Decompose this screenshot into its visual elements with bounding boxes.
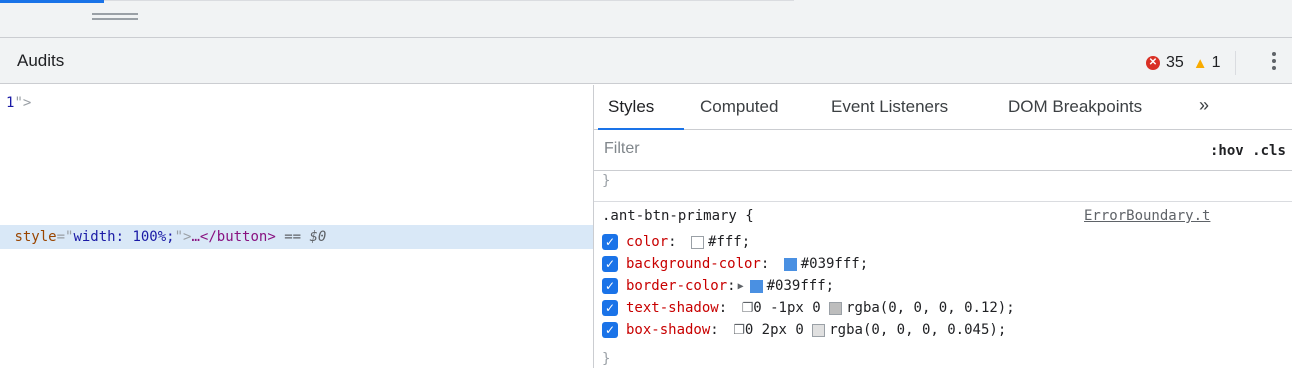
top-strip — [0, 0, 1292, 38]
property-name[interactable]: text-shadow — [626, 300, 719, 316]
color-swatch[interactable] — [749, 279, 763, 293]
checkbox-icon[interactable]: ✓ — [602, 234, 618, 250]
rule-separator — [594, 201, 1292, 202]
attr-eq: =" — [56, 229, 74, 245]
selected-dom-node[interactable]: style="width: 100%;">…</button> == $0 — [0, 225, 593, 249]
tab-dom-breakpoints[interactable]: DOM Breakpoints — [1008, 97, 1142, 117]
filter-bar: :hov .cls — [594, 131, 1292, 171]
tab-styles[interactable]: Styles — [608, 97, 654, 117]
property-name[interactable]: background-color — [626, 256, 761, 272]
warning-count: 1 — [1211, 54, 1221, 71]
toolbar-divider — [1234, 51, 1236, 75]
property-value[interactable]: #039fff; — [767, 278, 834, 294]
checkbox-icon[interactable]: ✓ — [602, 300, 618, 316]
active-panel-indicator — [0, 0, 104, 3]
property-value[interactable]: #039fff; — [801, 256, 868, 272]
attr-value: width: 100%; — [73, 229, 175, 245]
more-options-icon[interactable] — [1272, 52, 1276, 73]
drawer-tab-audits[interactable]: Audits — [17, 51, 64, 71]
styles-filter-input[interactable] — [604, 140, 1104, 158]
warning-icon: ▲ — [1192, 54, 1208, 72]
rule-selector-line: .ant-btn-primary { — [602, 208, 754, 224]
rule-close-brace: } — [602, 351, 611, 367]
dom-node-line[interactable]: 1"> — [6, 95, 31, 111]
declaration-color: ✓ color: #fff; — [602, 232, 750, 252]
property-value[interactable]: #fff; — [708, 234, 750, 250]
hov-button[interactable]: :hov — [1210, 143, 1244, 159]
checkbox-icon[interactable]: ✓ — [602, 322, 618, 338]
attr-name: style — [14, 229, 57, 245]
declaration-text-shadow: ✓ text-shadow: ❐ 0 -1px 0 rgba(0, 0, 0, … — [602, 298, 1015, 318]
drawer-toolbar: Audits ✕ 35 ▲ 1 — [0, 38, 1292, 84]
tab-computed[interactable]: Computed — [700, 97, 778, 117]
drawer-resize-handle[interactable] — [92, 13, 138, 23]
source-link[interactable]: ErrorBoundary.t — [1084, 208, 1210, 224]
color-swatch[interactable] — [812, 323, 826, 337]
property-value-color[interactable]: rgba(0, 0, 0, 0.045); — [829, 322, 1006, 338]
rule-selector[interactable]: .ant-btn-primary — [602, 208, 737, 224]
panel-border — [104, 0, 794, 1]
state-toggles: :hov .cls — [1210, 143, 1286, 159]
shadow-editor-icon[interactable]: ❐ — [733, 323, 745, 338]
previous-rule-close: } — [602, 173, 611, 189]
declaration-box-shadow: ✓ box-shadow: ❐ 0 2px 0 rgba(0, 0, 0, 0.… — [602, 320, 1006, 340]
console-ref: $0 — [309, 229, 327, 245]
checkbox-icon[interactable]: ✓ — [602, 256, 618, 272]
error-icon: ✕ — [1146, 56, 1160, 70]
error-count: 35 — [1166, 54, 1184, 71]
property-value[interactable]: 0 2px 0 — [745, 322, 812, 338]
declaration-background-color: ✓ background-color: #039fff; — [602, 254, 868, 274]
equals-marker: == — [275, 229, 310, 245]
property-name[interactable]: box-shadow — [626, 322, 710, 338]
property-value[interactable]: 0 -1px 0 — [753, 300, 829, 316]
elements-tree: 1"> style="width: 100%;">…</button> == $… — [0, 85, 593, 368]
more-tabs-button[interactable]: » — [1199, 95, 1209, 116]
closing-tag: </button> — [199, 229, 276, 245]
issue-counters[interactable]: ✕ 35 ▲ 1 — [1146, 51, 1236, 75]
styles-sidebar: Styles Computed Event Listeners DOM Brea… — [594, 85, 1292, 368]
declaration-border-color: ✓ border-color: ▶ #039fff; — [602, 276, 834, 296]
attr-close: "> — [174, 229, 192, 245]
checkbox-icon[interactable]: ✓ — [602, 278, 618, 294]
sidebar-tabs: Styles Computed Event Listeners DOM Brea… — [594, 85, 1292, 130]
tab-event-listeners[interactable]: Event Listeners — [831, 97, 948, 117]
color-swatch[interactable] — [829, 301, 843, 315]
color-swatch[interactable] — [783, 257, 797, 271]
open-brace: { — [736, 208, 754, 224]
active-tab-indicator — [598, 128, 684, 130]
property-value-color[interactable]: rgba(0, 0, 0, 0.12); — [846, 300, 1015, 316]
expand-triangle-icon[interactable]: ▶ — [738, 281, 744, 292]
color-swatch[interactable] — [691, 235, 705, 249]
collapsed-children[interactable]: … — [191, 229, 199, 245]
property-name[interactable]: color — [626, 234, 668, 250]
property-name[interactable]: border-color — [626, 278, 727, 294]
attr-close: "> — [14, 95, 32, 111]
shadow-editor-icon[interactable]: ❐ — [742, 301, 754, 316]
cls-button[interactable]: .cls — [1252, 143, 1286, 159]
